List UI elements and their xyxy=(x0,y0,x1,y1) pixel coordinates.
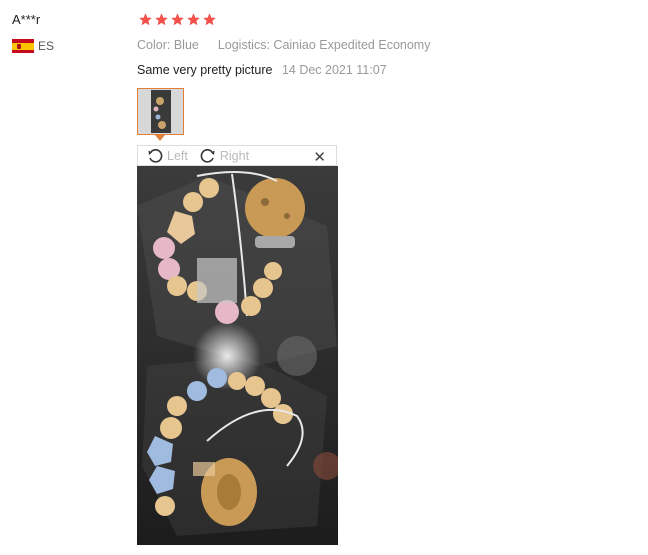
rotate-right-button[interactable]: Right xyxy=(200,148,249,164)
review-content: Same very pretty picture 14 Dec 2021 11:… xyxy=(137,63,387,77)
rotate-left-icon xyxy=(148,148,163,163)
image-viewer-toolbar: Left Right ✕ xyxy=(137,145,337,166)
review-photo xyxy=(137,166,338,545)
star-icon xyxy=(171,13,184,26)
review-text: Same very pretty picture xyxy=(137,63,273,77)
reviewer-country: ES xyxy=(12,39,54,53)
rotate-left-button[interactable]: Left xyxy=(147,148,188,164)
rotate-right-label: Right xyxy=(219,148,250,163)
thumbnail-active-pointer xyxy=(155,135,165,141)
color-value: Blue xyxy=(173,38,199,52)
close-icon[interactable]: ✕ xyxy=(313,148,326,166)
review-date: 14 Dec 2021 11:07 xyxy=(281,63,387,77)
star-icon xyxy=(155,13,168,26)
flag-es-icon xyxy=(12,39,34,53)
product-attributes: Color: Blue Logistics: Cainiao Expedited… xyxy=(137,38,430,52)
thumbnail-photo xyxy=(138,89,183,134)
logistics-value: Cainiao Expedited Economy xyxy=(273,38,431,52)
star-icon xyxy=(187,13,200,26)
logistics-label: Logistics: xyxy=(217,38,270,52)
review-photo-large xyxy=(137,166,338,545)
country-code: ES xyxy=(38,39,55,53)
star-rating xyxy=(138,12,217,27)
star-icon xyxy=(139,13,152,26)
star-icon xyxy=(203,13,216,26)
rotate-left-label: Left xyxy=(167,148,188,163)
reviewer-name: A***r xyxy=(12,12,41,27)
color-label: Color: xyxy=(137,38,171,52)
rotate-right-icon xyxy=(200,148,215,163)
review-photo-thumbnail[interactable] xyxy=(137,88,184,135)
